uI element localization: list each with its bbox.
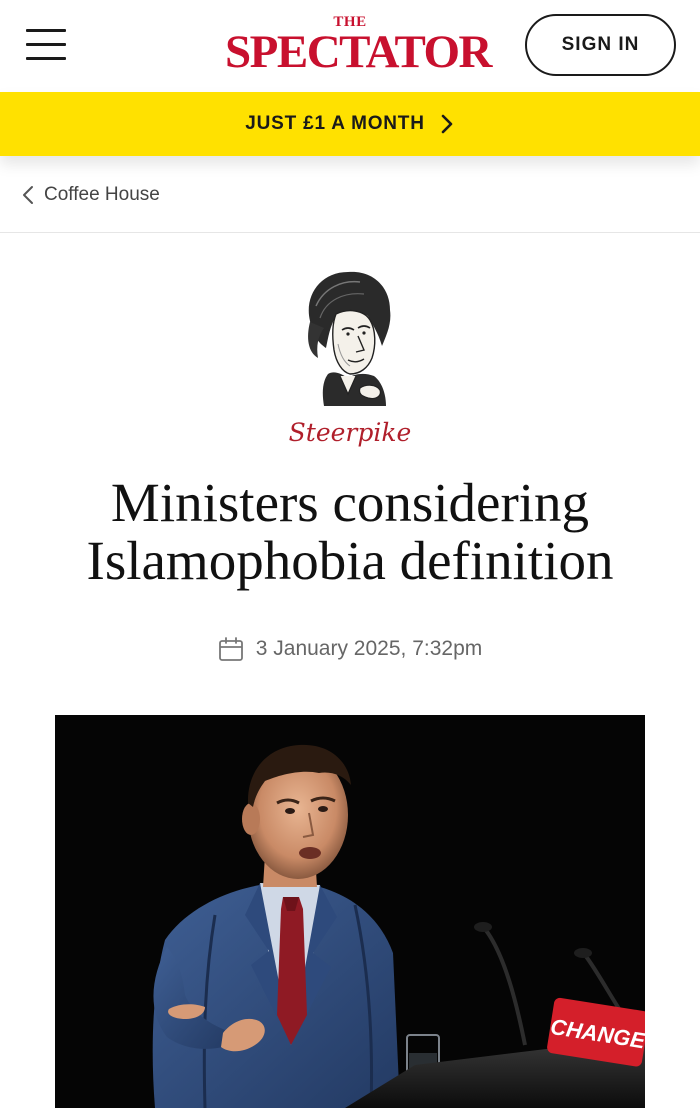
author-caricature[interactable] [290, 266, 410, 411]
subscription-promo-banner[interactable]: JUST £1 A MONTH [0, 92, 700, 156]
logo-wordmark: SPECTATOR [225, 26, 492, 78]
article-dateline: 3 January 2025, 7:32pm [0, 632, 700, 666]
site-header: THE SPECTATOR SIGN IN [0, 0, 700, 92]
promo-label: JUST £1 A MONTH [245, 113, 425, 134]
chevron-right-icon [441, 114, 453, 134]
article-kicker[interactable]: Steerpike [0, 418, 700, 447]
site-logo[interactable]: THE SPECTATOR [225, 14, 492, 78]
article-date: 3 January 2025, 7:32pm [255, 637, 483, 660]
article-photo[interactable]: CHANGE [55, 715, 645, 1108]
chevron-left-icon [23, 186, 33, 204]
sign-in-button[interactable]: SIGN IN [525, 14, 676, 76]
breadcrumb[interactable]: Coffee House [22, 180, 160, 210]
breadcrumb-section-link[interactable]: Coffee House [44, 184, 160, 206]
menu-icon[interactable] [26, 27, 66, 63]
article-headline: Ministers considering Islamophobia defin… [86, 472, 614, 591]
calendar-icon [218, 637, 243, 661]
section-divider [0, 232, 700, 233]
